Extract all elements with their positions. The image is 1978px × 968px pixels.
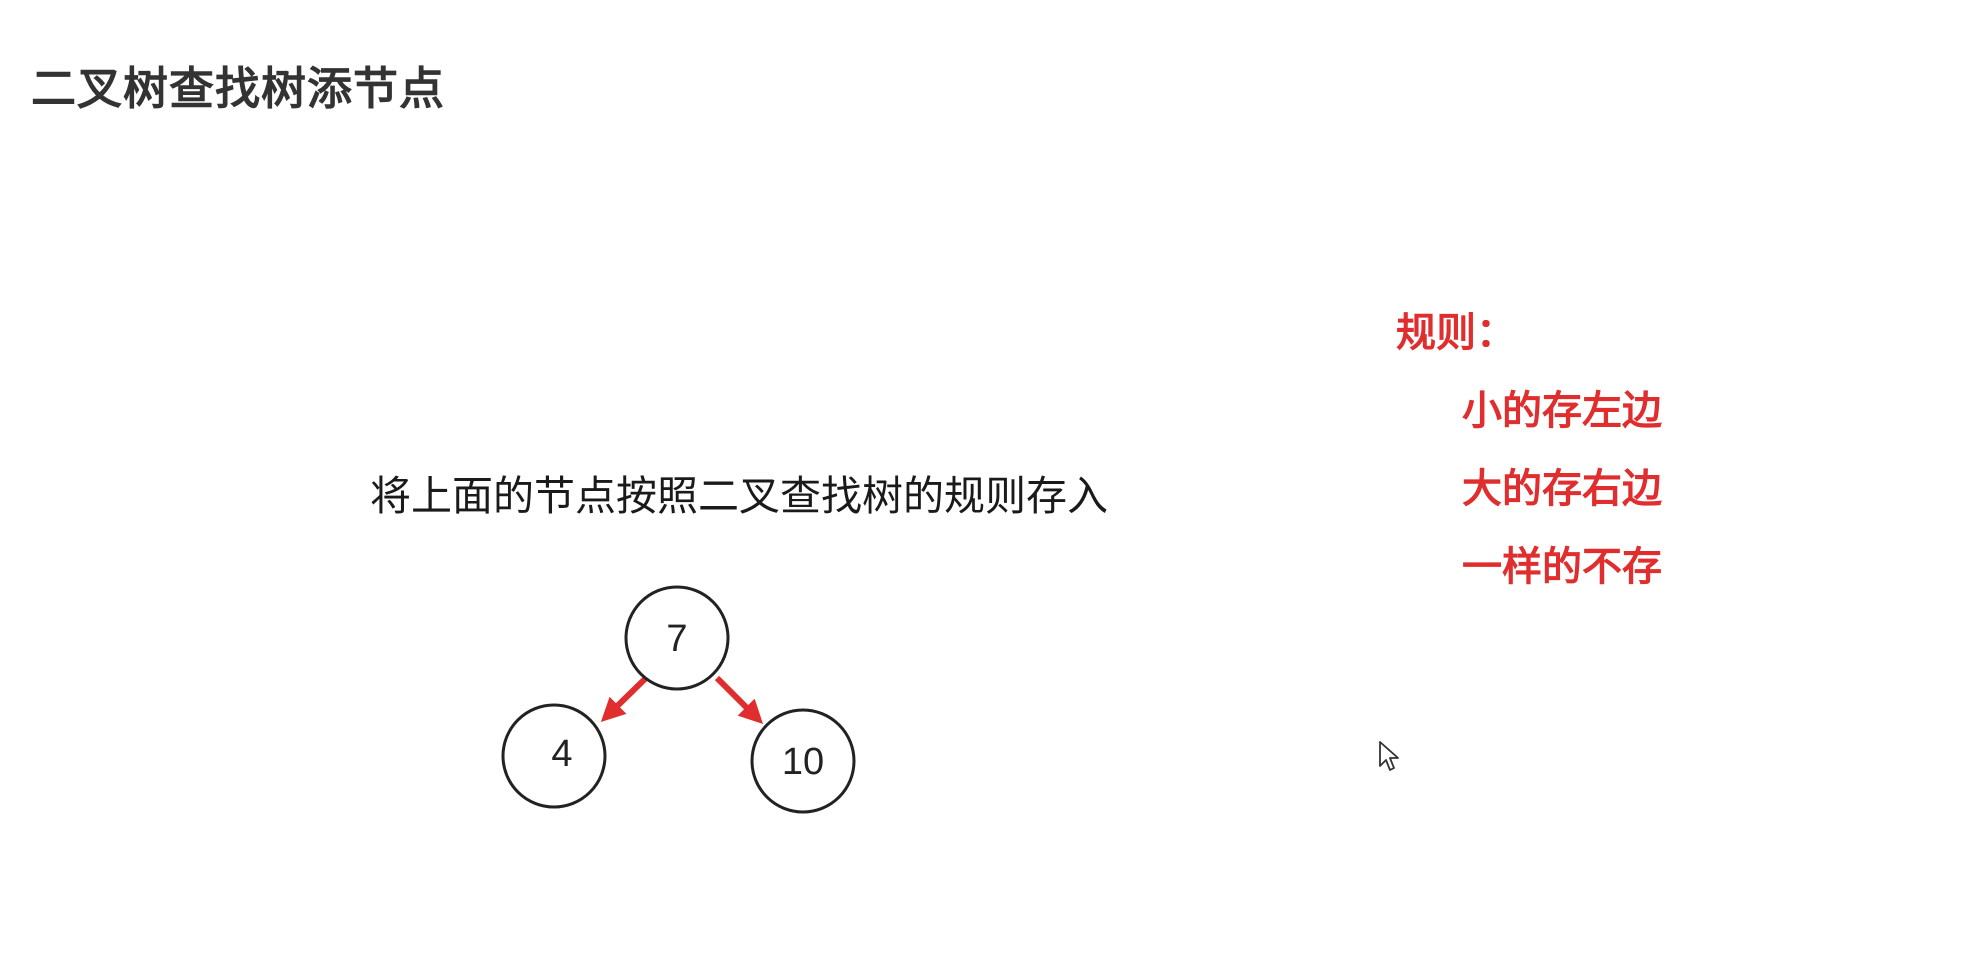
- tree-node-left-label: 4: [551, 733, 572, 775]
- tree-node-root-label: 7: [666, 618, 687, 660]
- tree-node-left: 4: [501, 703, 607, 809]
- tree-node-right-label: 10: [782, 741, 824, 783]
- tree-node-right: 10: [750, 708, 856, 814]
- tree-node-root: 7: [624, 585, 730, 691]
- binary-tree-diagram: 7 4 10: [501, 585, 856, 814]
- edge-root-to-left: [600, 675, 649, 723]
- edge-root-to-right: [714, 675, 764, 725]
- mouse-pointer-icon: [1379, 741, 1399, 771]
